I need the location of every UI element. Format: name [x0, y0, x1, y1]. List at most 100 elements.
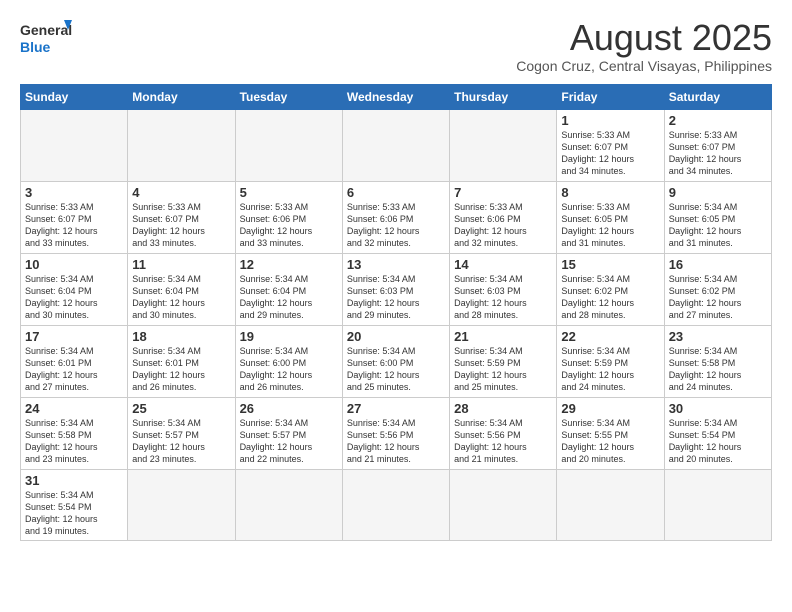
- title-block: August 2025 Cogon Cruz, Central Visayas,…: [516, 18, 772, 74]
- table-cell: [342, 109, 449, 181]
- table-cell: [342, 469, 449, 541]
- cell-sun-info: Sunrise: 5:34 AMSunset: 6:04 PMDaylight:…: [132, 274, 205, 320]
- table-cell: [450, 109, 557, 181]
- table-cell: [557, 469, 664, 541]
- cell-date-number: 9: [669, 185, 767, 200]
- table-cell: 10 Sunrise: 5:34 AMSunset: 6:04 PMDayligh…: [21, 253, 128, 325]
- table-cell: 30 Sunrise: 5:34 AMSunset: 5:54 PMDayligh…: [664, 397, 771, 469]
- cell-date-number: 13: [347, 257, 445, 272]
- cell-date-number: 20: [347, 329, 445, 344]
- table-cell: 17 Sunrise: 5:34 AMSunset: 6:01 PMDayligh…: [21, 325, 128, 397]
- cell-sun-info: Sunrise: 5:34 AMSunset: 5:54 PMDaylight:…: [669, 418, 742, 464]
- cell-sun-info: Sunrise: 5:34 AMSunset: 5:54 PMDaylight:…: [25, 490, 98, 536]
- table-cell: [450, 469, 557, 541]
- cell-date-number: 1: [561, 113, 659, 128]
- table-cell: 16Sunrise: 5:34 AMSunset: 6:02 PMDayligh…: [664, 253, 771, 325]
- calendar-table: SundayMondayTuesdayWednesdayThursdayFrid…: [20, 84, 772, 542]
- cell-sun-info: Sunrise: 5:33 AMSunset: 6:07 PMDaylight:…: [669, 130, 742, 176]
- table-cell: 28Sunrise: 5:34 AMSunset: 5:56 PMDayligh…: [450, 397, 557, 469]
- cell-date-number: 11: [132, 257, 230, 272]
- cell-date-number: 10: [25, 257, 123, 272]
- page: General Blue August 2025 Cogon Cruz, Cen…: [0, 0, 792, 551]
- weekday-header-friday: Friday: [557, 84, 664, 109]
- week-row-2: 10 Sunrise: 5:34 AMSunset: 6:04 PMDayligh…: [21, 253, 772, 325]
- table-cell: 12 Sunrise: 5:34 AMSunset: 6:04 PMDayligh…: [235, 253, 342, 325]
- cell-date-number: 23: [669, 329, 767, 344]
- month-title: August 2025: [516, 18, 772, 58]
- table-cell: 22Sunrise: 5:34 AMSunset: 5:59 PMDayligh…: [557, 325, 664, 397]
- table-cell: 9 Sunrise: 5:34 AMSunset: 6:05 PMDaylight…: [664, 181, 771, 253]
- cell-sun-info: Sunrise: 5:34 AMSunset: 6:03 PMDaylight:…: [347, 274, 420, 320]
- cell-sun-info: Sunrise: 5:34 AMSunset: 5:55 PMDaylight:…: [561, 418, 634, 464]
- calendar-body: 1 Sunrise: 5:33 AMSunset: 6:07 PMDaylight…: [21, 109, 772, 541]
- cell-sun-info: Sunrise: 5:34 AMSunset: 6:04 PMDaylight:…: [240, 274, 313, 320]
- cell-date-number: 21: [454, 329, 552, 344]
- cell-sun-info: Sunrise: 5:33 AMSunset: 6:07 PMDaylight:…: [132, 202, 205, 248]
- cell-date-number: 17: [25, 329, 123, 344]
- logo: General Blue: [20, 18, 72, 60]
- cell-date-number: 4: [132, 185, 230, 200]
- cell-sun-info: Sunrise: 5:34 AMSunset: 6:02 PMDaylight:…: [669, 274, 742, 320]
- week-row-4: 24Sunrise: 5:34 AMSunset: 5:58 PMDayligh…: [21, 397, 772, 469]
- table-cell: 15 Sunrise: 5:34 AMSunset: 6:02 PMDayligh…: [557, 253, 664, 325]
- cell-date-number: 27: [347, 401, 445, 416]
- cell-date-number: 2: [669, 113, 767, 128]
- cell-date-number: 19: [240, 329, 338, 344]
- location: Cogon Cruz, Central Visayas, Philippines: [516, 58, 772, 74]
- cell-sun-info: Sunrise: 5:33 AMSunset: 6:07 PMDaylight:…: [561, 130, 634, 176]
- table-cell: 21 Sunrise: 5:34 AMSunset: 5:59 PMDayligh…: [450, 325, 557, 397]
- table-cell: [21, 109, 128, 181]
- table-cell: [128, 109, 235, 181]
- table-cell: 27Sunrise: 5:34 AMSunset: 5:56 PMDayligh…: [342, 397, 449, 469]
- cell-date-number: 29: [561, 401, 659, 416]
- table-cell: [128, 469, 235, 541]
- week-row-3: 17 Sunrise: 5:34 AMSunset: 6:01 PMDayligh…: [21, 325, 772, 397]
- table-cell: [235, 109, 342, 181]
- cell-date-number: 8: [561, 185, 659, 200]
- table-cell: 2 Sunrise: 5:33 AMSunset: 6:07 PMDaylight…: [664, 109, 771, 181]
- cell-date-number: 7: [454, 185, 552, 200]
- cell-date-number: 31: [25, 473, 123, 488]
- table-cell: 5 Sunrise: 5:33 AMSunset: 6:06 PMDaylight…: [235, 181, 342, 253]
- table-cell: 24Sunrise: 5:34 AMSunset: 5:58 PMDayligh…: [21, 397, 128, 469]
- cell-sun-info: Sunrise: 5:34 AMSunset: 6:01 PMDaylight:…: [25, 346, 98, 392]
- cell-sun-info: Sunrise: 5:34 AMSunset: 6:05 PMDaylight:…: [669, 202, 742, 248]
- weekday-header-monday: Monday: [128, 84, 235, 109]
- cell-sun-info: Sunrise: 5:34 AMSunset: 6:02 PMDaylight:…: [561, 274, 634, 320]
- weekday-header-sunday: Sunday: [21, 84, 128, 109]
- table-cell: 26Sunrise: 5:34 AMSunset: 5:57 PMDayligh…: [235, 397, 342, 469]
- cell-date-number: 22: [561, 329, 659, 344]
- cell-sun-info: Sunrise: 5:34 AMSunset: 5:58 PMDaylight:…: [25, 418, 98, 464]
- table-cell: 11 Sunrise: 5:34 AMSunset: 6:04 PMDayligh…: [128, 253, 235, 325]
- table-cell: 1 Sunrise: 5:33 AMSunset: 6:07 PMDaylight…: [557, 109, 664, 181]
- cell-date-number: 3: [25, 185, 123, 200]
- table-cell: [664, 469, 771, 541]
- table-cell: 14 Sunrise: 5:34 AMSunset: 6:03 PMDayligh…: [450, 253, 557, 325]
- table-cell: 20Sunrise: 5:34 AMSunset: 6:00 PMDayligh…: [342, 325, 449, 397]
- cell-sun-info: Sunrise: 5:34 AMSunset: 6:01 PMDaylight:…: [132, 346, 205, 392]
- cell-sun-info: Sunrise: 5:33 AMSunset: 6:06 PMDaylight:…: [347, 202, 420, 248]
- weekday-header-thursday: Thursday: [450, 84, 557, 109]
- cell-sun-info: Sunrise: 5:34 AMSunset: 5:59 PMDaylight:…: [454, 346, 527, 392]
- cell-date-number: 5: [240, 185, 338, 200]
- cell-sun-info: Sunrise: 5:34 AMSunset: 6:03 PMDaylight:…: [454, 274, 527, 320]
- cell-sun-info: Sunrise: 5:34 AMSunset: 5:57 PMDaylight:…: [132, 418, 205, 464]
- cell-date-number: 25: [132, 401, 230, 416]
- cell-date-number: 30: [669, 401, 767, 416]
- svg-text:General: General: [20, 22, 72, 38]
- table-cell: 6Sunrise: 5:33 AMSunset: 6:06 PMDaylight…: [342, 181, 449, 253]
- table-cell: 23Sunrise: 5:34 AMSunset: 5:58 PMDayligh…: [664, 325, 771, 397]
- table-cell: 4 Sunrise: 5:33 AMSunset: 6:07 PMDaylight…: [128, 181, 235, 253]
- cell-date-number: 18: [132, 329, 230, 344]
- week-row-5: 31 Sunrise: 5:34 AMSunset: 5:54 PMDayligh…: [21, 469, 772, 541]
- cell-date-number: 12: [240, 257, 338, 272]
- cell-date-number: 15: [561, 257, 659, 272]
- cell-date-number: 14: [454, 257, 552, 272]
- cell-sun-info: Sunrise: 5:33 AMSunset: 6:06 PMDaylight:…: [240, 202, 313, 248]
- cell-date-number: 26: [240, 401, 338, 416]
- cell-sun-info: Sunrise: 5:34 AMSunset: 6:04 PMDaylight:…: [25, 274, 98, 320]
- svg-text:Blue: Blue: [20, 39, 51, 55]
- week-row-1: 3 Sunrise: 5:33 AMSunset: 6:07 PMDaylight…: [21, 181, 772, 253]
- weekday-header-tuesday: Tuesday: [235, 84, 342, 109]
- header: General Blue August 2025 Cogon Cruz, Cen…: [20, 18, 772, 74]
